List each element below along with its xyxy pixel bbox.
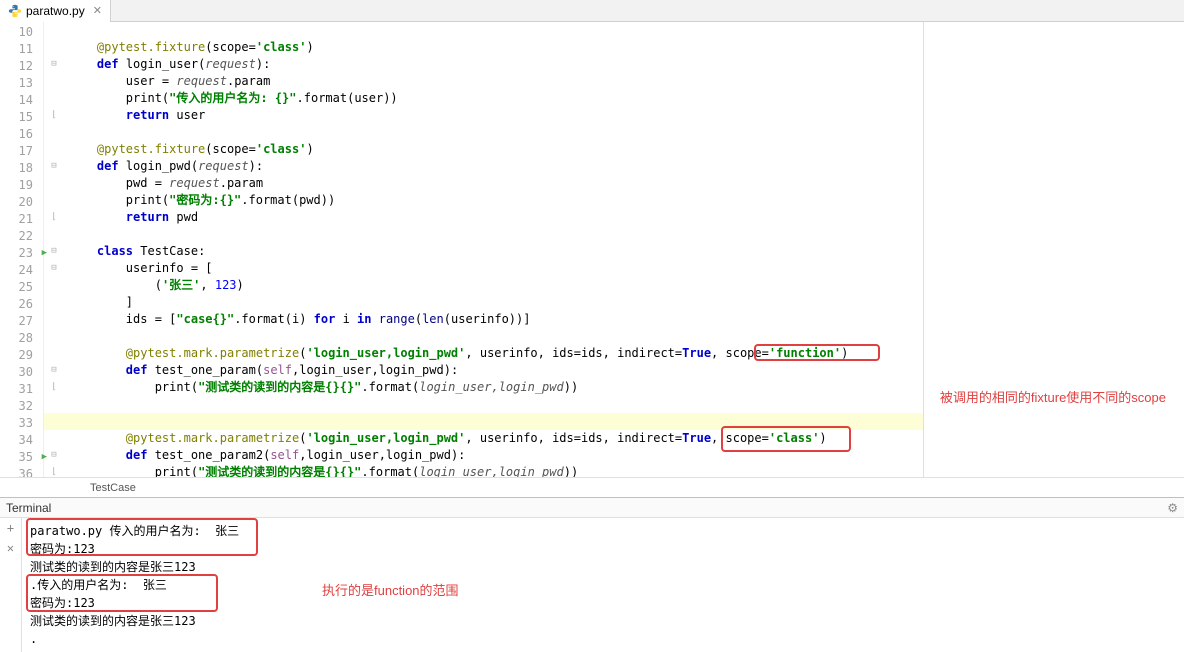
line-number: 36 xyxy=(0,466,33,477)
terminal-header: Terminal ⚙ xyxy=(0,498,1184,518)
code-area[interactable]: @pytest.fixture(scope='class') ⊟ def log… xyxy=(44,22,924,477)
close-icon[interactable]: ✕ xyxy=(93,4,102,17)
breadcrumb[interactable]: TestCase xyxy=(0,477,1184,497)
line-number: 27 xyxy=(0,313,33,330)
line-number: 31 xyxy=(0,381,33,398)
tab-bar: paratwo.py ✕ xyxy=(0,0,1184,22)
line-number: 28 xyxy=(0,330,33,347)
annotation-terminal: 执行的是function的范围 xyxy=(322,580,459,599)
python-icon xyxy=(8,4,22,18)
line-number: 20 xyxy=(0,194,33,211)
annotation-right: 被调用的相同的fixture使用不同的scope xyxy=(940,387,1166,406)
terminal-line: 测试类的读到的内容是张三123 xyxy=(30,558,1176,576)
line-number: 15 xyxy=(0,109,33,126)
line-number: 23▶ xyxy=(0,245,33,262)
terminal-title: Terminal xyxy=(6,501,51,515)
line-number: 22 xyxy=(0,228,33,245)
terminal-line: . xyxy=(30,630,1176,648)
line-number: 26 xyxy=(0,296,33,313)
line-number: 32 xyxy=(0,398,33,415)
line-number: 19 xyxy=(0,177,33,194)
line-number: 30 xyxy=(0,364,33,381)
terminal-side-controls: + ✕ xyxy=(0,518,22,652)
line-number: 18 xyxy=(0,160,33,177)
line-number: 14 xyxy=(0,92,33,109)
terminal-line: 测试类的读到的内容是张三123 xyxy=(30,612,1176,630)
line-number: 16 xyxy=(0,126,33,143)
line-number: 21 xyxy=(0,211,33,228)
tab-filename: paratwo.py xyxy=(26,4,85,18)
line-number: 25 xyxy=(0,279,33,296)
line-number: 13 xyxy=(0,75,33,92)
close-terminal-button[interactable]: ✕ xyxy=(0,538,21,558)
terminal-line: paratwo.py 传入的用户名为: 张三 xyxy=(30,522,1176,540)
line-number: 11 xyxy=(0,41,33,58)
terminal-output[interactable]: 执行的是function的范围 paratwo.py 传入的用户名为: 张三密码… xyxy=(22,518,1184,652)
line-number: 34 xyxy=(0,432,33,449)
terminal-line: 密码为:123 xyxy=(30,594,1176,612)
file-tab[interactable]: paratwo.py ✕ xyxy=(0,0,111,22)
line-number: 35▶ xyxy=(0,449,33,466)
editor: 1011121314151617181920212223▶24252627282… xyxy=(0,22,1184,477)
terminal-line: 密码为:123 xyxy=(30,540,1176,558)
line-number: 12 xyxy=(0,58,33,75)
line-number: 10 xyxy=(0,24,33,41)
gear-icon[interactable]: ⚙ xyxy=(1167,501,1178,515)
line-number: 24 xyxy=(0,262,33,279)
terminal-line: .传入的用户名为: 张三 xyxy=(30,576,1176,594)
add-terminal-button[interactable]: + xyxy=(0,518,21,538)
line-number: 29 xyxy=(0,347,33,364)
gutter: 1011121314151617181920212223▶24252627282… xyxy=(0,22,44,477)
line-number: 33 xyxy=(0,415,33,432)
terminal-panel: Terminal ⚙ + ✕ 执行的是function的范围 paratwo.p… xyxy=(0,497,1184,652)
line-number: 17 xyxy=(0,143,33,160)
